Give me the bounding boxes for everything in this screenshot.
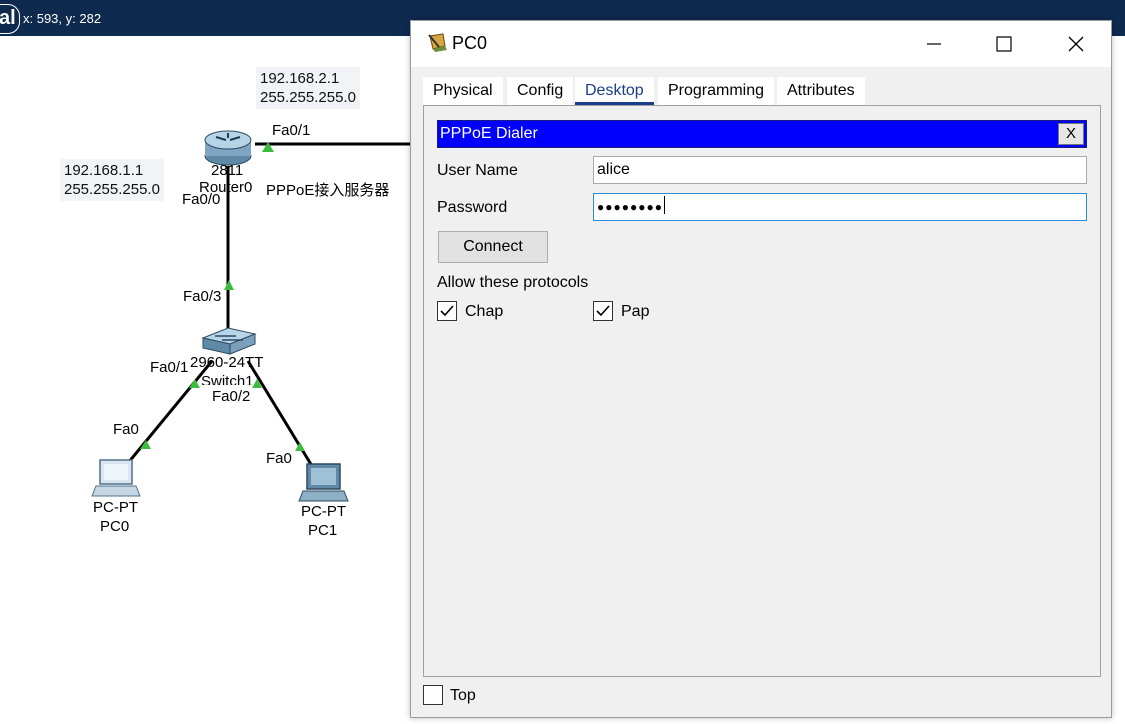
top-label: Top [450,687,476,704]
port-label-router-lan: Fa0/0 [182,191,221,208]
mode-label: al [0,7,16,29]
dialer-close-button[interactable]: X [1058,123,1084,145]
pc1-type-label: PC-PT [301,503,346,520]
tab-physical[interactable]: Physical [423,77,503,105]
maximize-icon [996,36,1012,52]
tab-desktop[interactable]: Desktop [575,77,654,105]
checkmark-icon [440,305,454,317]
router-icon [204,130,252,166]
chap-label: Chap [465,303,504,320]
switch-name-label: Switch1 [201,373,254,385]
pc-app-icon [428,33,447,52]
pc1-icon [298,463,349,502]
username-value: alice [597,161,630,178]
router-wan-address: 192.168.2.1 255.255.255.0 [256,67,360,109]
password-value: ●●●●●●●● [597,200,663,214]
connect-button[interactable]: Connect [438,231,548,263]
protocols-label: Allow these protocols [437,274,589,291]
port-label-switch-pc1: Fa0/2 [212,388,251,405]
switch-model-label: 2960-24TT [190,354,264,371]
port-label-switch-pc0: Fa0/1 [150,359,189,376]
username-label: User Name [437,162,518,179]
pc0-name-label: PC0 [100,518,130,535]
router-lan-mask: 255.255.255.0 [64,181,160,198]
port-label-switch-uplink: Fa0/3 [183,288,222,305]
port-label-router-wan: Fa0/1 [272,122,311,139]
router-wan-mask: 255.255.255.0 [260,89,356,106]
username-field[interactable]: alice [593,156,1087,184]
close-icon [1068,36,1084,52]
window-bottom-bar: Top [411,677,1111,719]
app-root: al x: 593, y: 282 192.168.2.1 255.255.25… [0,0,1125,724]
close-button[interactable] [1053,21,1099,67]
top-checkbox[interactable] [423,685,443,705]
maximize-button[interactable] [981,21,1027,67]
router-note-label: PPPoE接入服务器 [266,182,390,199]
tab-config[interactable]: Config [507,77,574,105]
pc0-type-label: PC-PT [93,499,138,516]
tab-attributes[interactable]: Attributes [777,77,865,105]
pppoe-dialer-titlebar: PPPoE Dialer X [437,120,1087,148]
text-caret [663,196,665,214]
pc0-window: PC0 Physical Config Desktop Programming … [410,20,1112,718]
cursor-coordinates: x: 593, y: 282 [23,11,102,26]
port-label-pc0: Fa0 [113,421,139,438]
port-light-fa0-1-switch [189,379,200,388]
mode-toggle[interactable]: al [0,4,20,34]
router-lan-ip: 192.168.1.1 [64,162,144,179]
pc0-icon [91,459,141,497]
port-label-pc1: Fa0 [266,450,292,467]
pppoe-dialer-title: PPPoE Dialer [440,125,538,142]
window-title: PC0 [452,33,488,53]
pap-checkbox[interactable] [593,301,613,321]
pc1-name-label: PC1 [308,522,338,539]
window-titlebar[interactable]: PC0 [411,21,1111,67]
port-light-fa0-3-switch [224,280,234,290]
minimize-icon [927,43,941,45]
checkmark-icon [596,305,610,317]
chap-checkbox[interactable] [437,301,457,321]
pap-label: Pap [621,303,650,320]
router-wan-ip: 192.168.2.1 [260,70,340,87]
password-label: Password [437,199,508,216]
desktop-panel: PPPoE Dialer X User Name alice Password … [423,105,1101,677]
router-lan-address: 192.168.1.1 255.255.255.0 [60,159,164,201]
router-model-label: 2811 [211,162,244,179]
password-field[interactable]: ●●●●●●●● [593,193,1087,221]
tab-programming[interactable]: Programming [658,77,775,105]
minimize-button[interactable] [911,21,957,67]
switch-icon [201,327,257,355]
